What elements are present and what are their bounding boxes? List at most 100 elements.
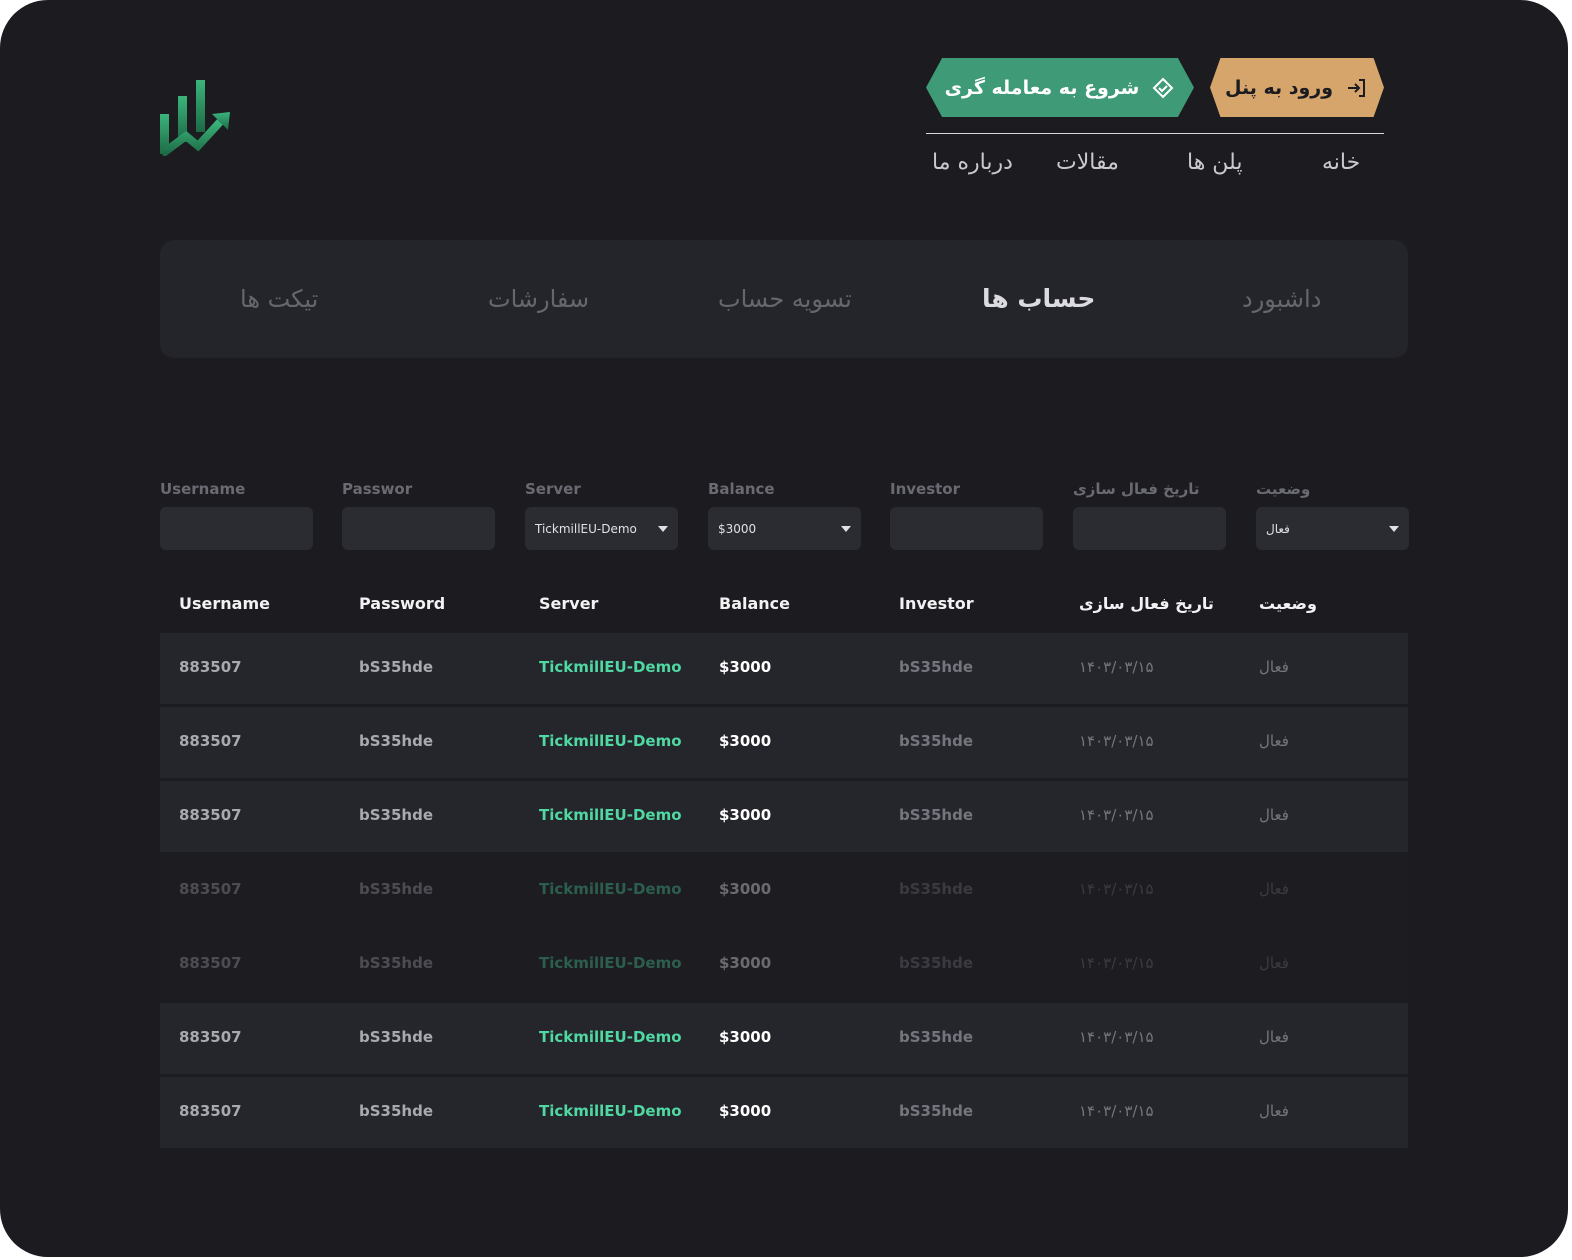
login-button[interactable]: ورود به پنل <box>1210 58 1384 117</box>
filter-password-input[interactable] <box>342 507 495 550</box>
cell-server: TickmillEU-Demo <box>539 658 682 676</box>
filter-username-label: Username <box>160 480 246 498</box>
filter-username-input[interactable] <box>160 507 313 550</box>
nav-divider <box>926 133 1384 134</box>
cell-username: 883507 <box>179 1028 242 1046</box>
cell-investor: bS35hde <box>899 806 974 824</box>
header-password: Password <box>359 594 446 613</box>
cell-investor: bS35hde <box>899 880 974 898</box>
table-row[interactable]: 883507 bS35hde TickmillEU-Demo $3000 bS3… <box>160 929 1408 1000</box>
filter-balance-select[interactable]: $3000 <box>708 507 861 550</box>
cell-investor: bS35hde <box>899 658 974 676</box>
header-status: وضعیت <box>1259 594 1317 613</box>
filter-investor-label: Investor <box>890 480 961 498</box>
cell-activation-date: ۱۴۰۳/۰۳/۱۵ <box>1079 1102 1154 1120</box>
filter-investor-input[interactable] <box>890 507 1043 550</box>
table-header: Username Password Server Balance Investo… <box>160 580 1408 630</box>
table-row[interactable]: 883507 bS35hde TickmillEU-Demo $3000 bS3… <box>160 1003 1408 1074</box>
accounts-table: 883507 bS35hde TickmillEU-Demo $3000 bS3… <box>160 633 1408 1151</box>
cell-balance: $3000 <box>719 658 772 676</box>
app-frame: ورود به پنل شروع به معامله گری خانه پلن … <box>0 0 1568 1257</box>
header-balance: Balance <box>719 594 790 613</box>
cell-activation-date: ۱۴۰۳/۰۳/۱۵ <box>1079 658 1154 676</box>
cell-username: 883507 <box>179 954 242 972</box>
handshake-icon <box>1152 77 1174 98</box>
cell-investor: bS35hde <box>899 732 974 750</box>
table-row[interactable]: 883507 bS35hde TickmillEU-Demo $3000 bS3… <box>160 781 1408 852</box>
start-trading-button[interactable]: شروع به معامله گری <box>926 58 1194 117</box>
cell-balance: $3000 <box>719 806 772 824</box>
cell-status: فعال <box>1259 880 1289 898</box>
cell-username: 883507 <box>179 1102 242 1120</box>
cell-status: فعال <box>1259 732 1289 750</box>
cell-server: TickmillEU-Demo <box>539 806 682 824</box>
filter-server-label: Server <box>525 480 581 498</box>
cell-password: bS35hde <box>359 1028 434 1046</box>
cell-activation-date: ۱۴۰۳/۰۳/۱۵ <box>1079 954 1154 972</box>
table-row[interactable]: 883507 bS35hde TickmillEU-Demo $3000 bS3… <box>160 707 1408 778</box>
header-server: Server <box>539 594 599 613</box>
cell-investor: bS35hde <box>899 1102 974 1120</box>
cell-status: فعال <box>1259 1028 1289 1046</box>
cell-password: bS35hde <box>359 880 434 898</box>
chevron-down-icon <box>841 525 851 532</box>
filter-date-label: تاریخ فعال سازی <box>1073 480 1200 498</box>
logo-icon[interactable] <box>158 78 232 156</box>
cell-balance: $3000 <box>719 1028 772 1046</box>
cell-password: bS35hde <box>359 954 434 972</box>
cell-activation-date: ۱۴۰۳/۰۳/۱۵ <box>1079 806 1154 824</box>
header-activation-date: تاریخ فعال سازی <box>1079 594 1214 613</box>
cell-activation-date: ۱۴۰۳/۰۳/۱۵ <box>1079 732 1154 750</box>
cell-balance: $3000 <box>719 732 772 750</box>
table-row[interactable]: 883507 bS35hde TickmillEU-Demo $3000 bS3… <box>160 633 1408 704</box>
cell-password: bS35hde <box>359 658 434 676</box>
start-trading-label: شروع به معامله گری <box>944 76 1140 99</box>
cell-status: فعال <box>1259 658 1289 676</box>
filter-server-select[interactable]: TickmillEU-Demo <box>525 507 678 550</box>
cell-server: TickmillEU-Demo <box>539 1028 682 1046</box>
filter-date-input[interactable] <box>1073 507 1226 550</box>
tab-withdrawal[interactable]: تسویه حساب <box>718 240 852 358</box>
cell-activation-date: ۱۴۰۳/۰۳/۱۵ <box>1079 1028 1154 1046</box>
chevron-down-icon <box>1389 525 1399 532</box>
cell-username: 883507 <box>179 806 242 824</box>
cell-server: TickmillEU-Demo <box>539 1102 682 1120</box>
tab-dashboard[interactable]: داشبورد <box>1242 240 1321 358</box>
nav-home[interactable]: خانه <box>1322 150 1360 190</box>
filter-balance-label: Balance <box>708 480 775 498</box>
cell-password: bS35hde <box>359 806 434 824</box>
filter-balance-value: $3000 <box>718 521 757 536</box>
cell-status: فعال <box>1259 1102 1289 1120</box>
cell-activation-date: ۱۴۰۳/۰۳/۱۵ <box>1079 880 1154 898</box>
header-investor: Investor <box>899 594 974 613</box>
login-button-label: ورود به پنل <box>1224 76 1334 99</box>
cell-investor: bS35hde <box>899 954 974 972</box>
tab-tickets[interactable]: تیکت ها <box>240 240 318 358</box>
filter-password-label: Passwor <box>342 480 413 498</box>
table-row[interactable]: 883507 bS35hde TickmillEU-Demo $3000 bS3… <box>160 1077 1408 1148</box>
cell-investor: bS35hde <box>899 1028 974 1046</box>
filter-server-value: TickmillEU-Demo <box>535 521 637 536</box>
cell-status: فعال <box>1259 954 1289 972</box>
cell-status: فعال <box>1259 806 1289 824</box>
tab-accounts[interactable]: حساب ها <box>982 240 1095 358</box>
cell-balance: $3000 <box>719 954 772 972</box>
chevron-down-icon <box>658 525 668 532</box>
table-row[interactable]: 883507 bS35hde TickmillEU-Demo $3000 bS3… <box>160 855 1408 926</box>
dashboard-tabs: داشبورد حساب ها تسویه حساب سفارشات تیکت … <box>160 240 1408 358</box>
filter-status-select[interactable]: فعال <box>1256 507 1409 550</box>
cell-server: TickmillEU-Demo <box>539 732 682 750</box>
cell-server: TickmillEU-Demo <box>539 954 682 972</box>
tab-orders[interactable]: سفارشات <box>488 240 589 358</box>
cell-balance: $3000 <box>719 880 772 898</box>
header-username: Username <box>179 594 270 613</box>
cell-username: 883507 <box>179 880 242 898</box>
nav-articles[interactable]: مقالات <box>1056 150 1119 190</box>
cell-balance: $3000 <box>719 1102 772 1120</box>
cell-password: bS35hde <box>359 1102 434 1120</box>
login-icon <box>1348 78 1366 97</box>
cell-password: bS35hde <box>359 732 434 750</box>
filter-status-label: وضعیت <box>1256 480 1311 498</box>
nav-plans[interactable]: پلن ها <box>1187 150 1242 190</box>
nav-about[interactable]: درباره ما <box>932 150 1013 190</box>
